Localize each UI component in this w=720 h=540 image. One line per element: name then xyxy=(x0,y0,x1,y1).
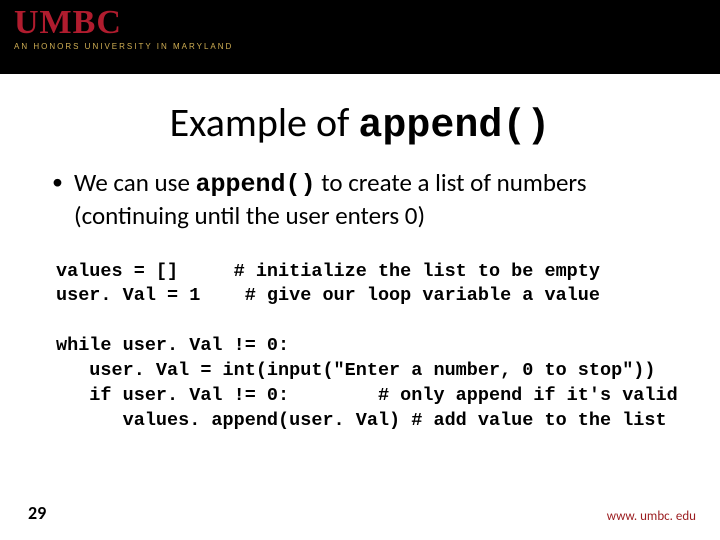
logo-text: UMBC xyxy=(14,6,233,40)
slide-title: Example of append() xyxy=(0,98,720,149)
bullet-text: We can use append() to create a list of … xyxy=(74,167,684,232)
slide-body: • We can use append() to create a list o… xyxy=(0,167,720,434)
logo-tagline: AN HONORS UNIVERSITY IN MARYLAND xyxy=(14,42,233,51)
title-code: append() xyxy=(358,104,550,149)
code-block: values = [] # initialize the list to be … xyxy=(52,260,684,435)
bullet-item: • We can use append() to create a list o… xyxy=(52,167,684,232)
page-number: 29 xyxy=(28,502,46,524)
title-prefix: Example of xyxy=(170,98,359,147)
bullet-lead: We can use xyxy=(74,167,196,198)
logo: UMBC AN HONORS UNIVERSITY IN MARYLAND xyxy=(14,6,233,51)
site-url: www. umbc. edu xyxy=(607,509,696,524)
bullet-code: append() xyxy=(196,170,316,199)
header-bar: UMBC AN HONORS UNIVERSITY IN MARYLAND xyxy=(0,0,720,74)
bullet-dot-icon: • xyxy=(52,167,74,198)
